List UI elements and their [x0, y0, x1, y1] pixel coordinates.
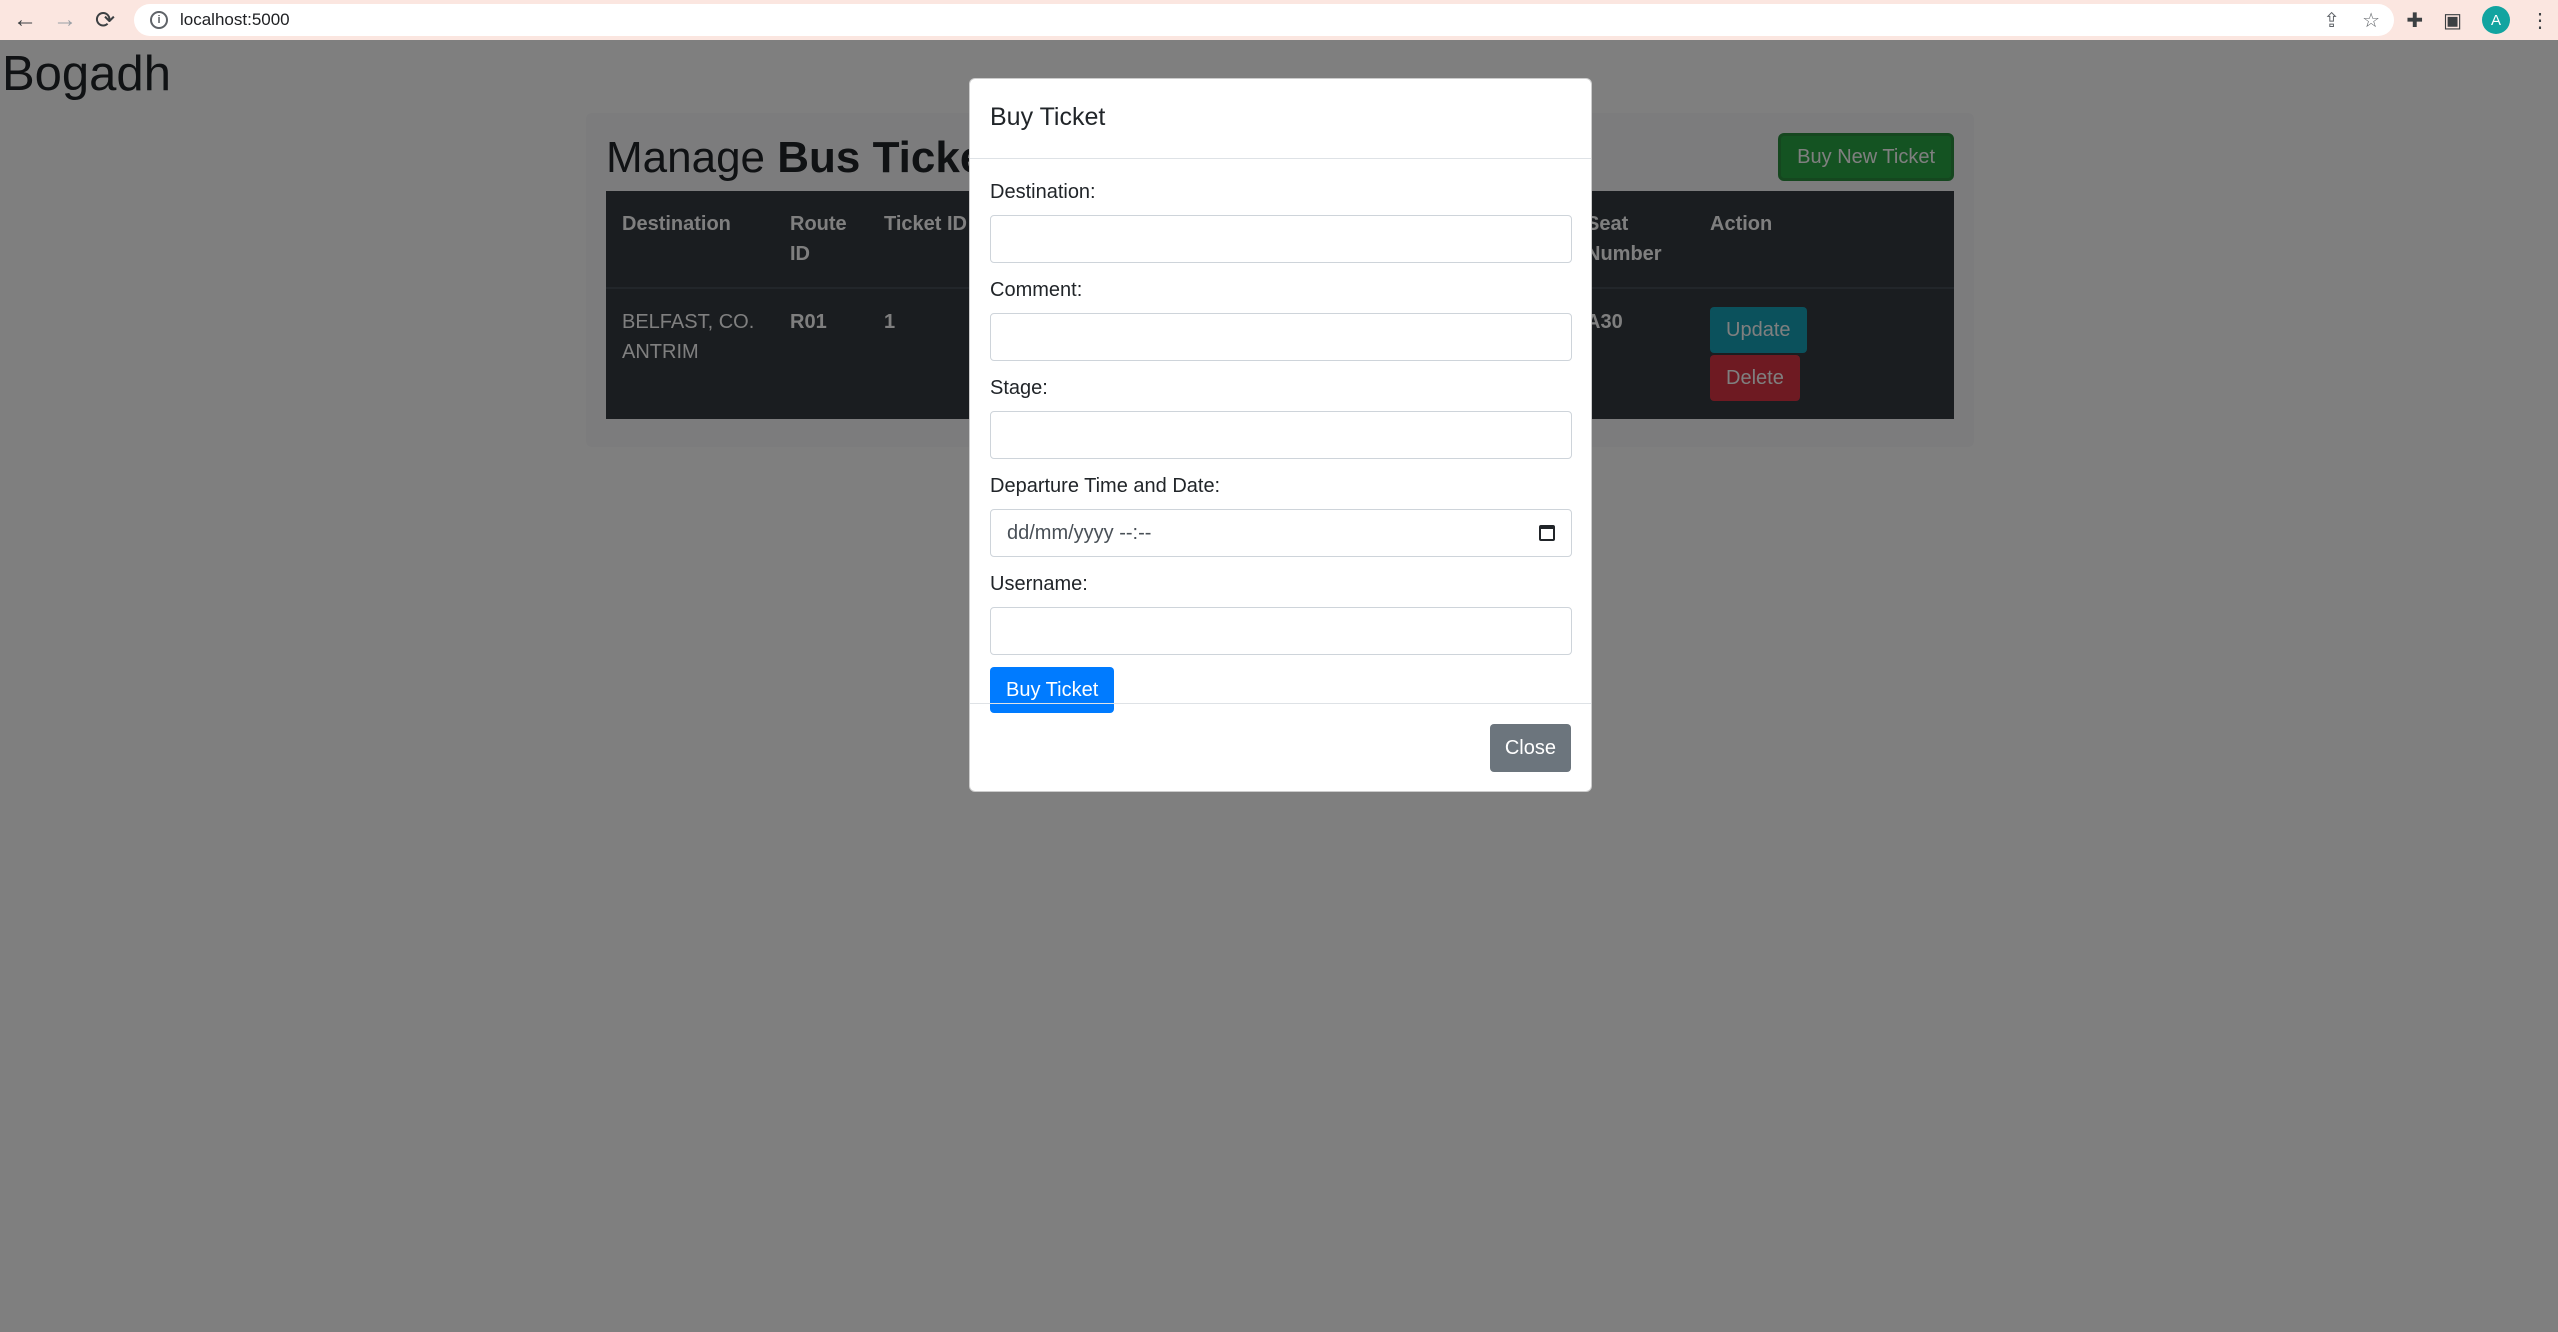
modal-footer: Close	[970, 703, 1591, 792]
forward-arrow-icon[interactable]: →	[48, 3, 82, 37]
side-panel-icon[interactable]: ▣	[2443, 8, 2462, 33]
buy-ticket-modal: Buy Ticket Destination: Comment: Stage: …	[969, 78, 1592, 792]
stage-input[interactable]	[990, 411, 1572, 459]
address-bar[interactable]: i localhost:5000 ⇪ ☆	[134, 4, 2394, 36]
comment-input[interactable]	[990, 313, 1572, 361]
url-text[interactable]: localhost:5000	[180, 10, 290, 30]
browser-menu-icon[interactable]: ⋮	[2530, 8, 2550, 33]
reload-icon[interactable]: ⟳	[88, 3, 122, 37]
username-input[interactable]	[990, 607, 1572, 655]
departure-datetime-input[interactable]: dd/mm/yyyy --:--	[990, 509, 1572, 557]
username-label: Username:	[990, 573, 1088, 595]
site-info-icon[interactable]: i	[150, 11, 168, 29]
browser-toolbar: ← → ⟳ i localhost:5000 ⇪ ☆ ✚ ▣ A ⋮	[0, 0, 2558, 40]
extensions-puzzle-icon[interactable]: ✚	[2406, 8, 2423, 33]
modal-title: Buy Ticket	[990, 103, 1106, 131]
modal-header: Buy Ticket	[970, 79, 1591, 159]
close-button[interactable]: Close	[1489, 724, 1571, 772]
calendar-icon[interactable]	[1539, 525, 1555, 541]
share-icon[interactable]: ⇪	[2323, 8, 2340, 33]
profile-avatar[interactable]: A	[2482, 6, 2510, 34]
back-arrow-icon[interactable]: ←	[8, 3, 42, 37]
departure-placeholder: dd/mm/yyyy --:--	[1007, 521, 1152, 544]
destination-label: Destination:	[990, 181, 1096, 203]
departure-label: Departure Time and Date:	[990, 475, 1221, 497]
bookmark-star-icon[interactable]: ☆	[2362, 8, 2380, 33]
comment-label: Comment:	[990, 279, 1083, 301]
destination-input[interactable]	[990, 215, 1572, 263]
modal-body: Destination: Comment: Stage: Departure T…	[970, 159, 1591, 713]
stage-label: Stage:	[990, 377, 1048, 399]
